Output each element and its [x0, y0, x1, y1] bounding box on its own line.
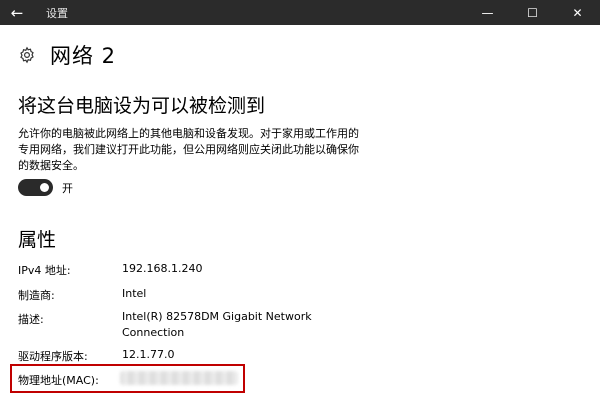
mac-highlight-box [10, 364, 245, 393]
toggle-state-label: 开 [62, 181, 73, 195]
discovery-toggle[interactable] [18, 179, 53, 196]
close-button[interactable]: ✕ [555, 0, 600, 25]
minimize-icon: — [481, 5, 494, 20]
close-icon: ✕ [572, 5, 583, 20]
maximize-icon: ☐ [527, 5, 538, 20]
description-value: Intel(R) 82578DM Gigabit Network Connect… [122, 310, 312, 339]
manufacturer-label: 制造商: [18, 289, 55, 302]
discovery-description: 允许你的电脑被此网络上的其他电脑和设备发现。对于家用或工作用的专用网络，我们建议… [18, 127, 359, 172]
manufacturer-value: Intel [122, 287, 147, 300]
back-arrow-icon: ← [10, 3, 24, 22]
discovery-toggle-row: 开 [18, 179, 73, 196]
gear-icon [20, 46, 34, 64]
title-bar: ← 设置 — ☐ ✕ [0, 0, 600, 25]
driver-version-value: 12.1.77.0 [122, 348, 175, 361]
page-title: 网络 2 [50, 44, 117, 68]
discovery-heading: 将这台电脑设为可以被检测到 [18, 95, 266, 117]
window-controls: — ☐ ✕ [465, 0, 600, 25]
window-title: 设置 [46, 6, 68, 20]
ipv4-value: 192.168.1.240 [122, 262, 203, 275]
back-button[interactable]: ← [0, 0, 34, 25]
minimize-button[interactable]: — [465, 0, 510, 25]
properties-heading: 属性 [18, 229, 57, 251]
description-label: 描述: [18, 313, 44, 326]
ipv4-label: IPv4 地址: [18, 264, 71, 277]
page-header: 网络 2 [18, 40, 116, 70]
toggle-knob [40, 183, 49, 192]
maximize-button[interactable]: ☐ [510, 0, 555, 25]
driver-version-label: 驱动程序版本: [18, 350, 88, 363]
